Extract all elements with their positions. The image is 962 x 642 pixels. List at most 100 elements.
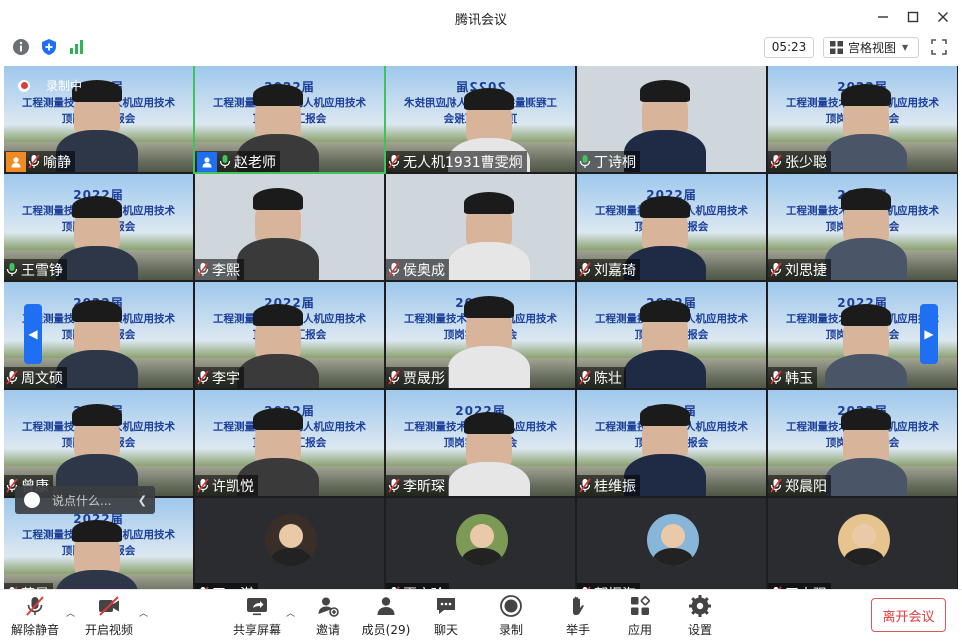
avatar [456, 514, 508, 566]
camera-off-icon [99, 596, 119, 616]
raise-hand-button[interactable]: 举手 [548, 594, 608, 638]
participant-nametag: 陈壮 [577, 367, 626, 388]
mic-muted-icon [579, 262, 591, 277]
participant-name: 贾晟彤 [403, 370, 445, 387]
avatar [265, 514, 317, 566]
participant-nametag: 张少聪 [768, 151, 831, 172]
leave-meeting-button[interactable]: 离开会议 [871, 598, 946, 632]
participant-tile[interactable]: 王一淇 [195, 498, 384, 589]
signal-icon[interactable] [68, 38, 86, 56]
participant-tile[interactable]: 2022届工程测量技术 & 无人机应用技术顶岗实习汇报会李昕琛 [386, 390, 575, 496]
participant-name: 王雪铮 [21, 262, 63, 279]
maximize-icon[interactable] [902, 7, 924, 27]
participant-tile[interactable]: 2022届工程测量技术 & 无人机应用技术顶岗实习汇报会刘思捷 [768, 174, 957, 280]
participant-name: 周文硕 [21, 370, 63, 387]
participant-name: 许凯悦 [212, 478, 254, 495]
participant-nametag: 韩玉 [768, 367, 817, 388]
participant-name: 丁诗桐 [594, 154, 636, 171]
participant-nametag: 赵老师 [195, 151, 280, 172]
mic-muted-icon [770, 370, 782, 385]
participant-tile[interactable]: 2022届工程测量技术 & 无人机应用技术顶岗实习汇报会李宇 [195, 282, 384, 388]
chat-placeholder: 说点什么... [52, 493, 112, 508]
emoji-icon[interactable] [24, 492, 40, 508]
participant-tile[interactable]: 郭振海 [577, 498, 766, 589]
next-page-button[interactable]: ▶ [920, 304, 938, 364]
participant-name: 侯奥成 [403, 262, 445, 279]
minimize-icon[interactable] [872, 7, 894, 27]
close-icon[interactable] [932, 7, 954, 27]
participant-tile[interactable]: 李熙 [195, 174, 384, 280]
participant-nametag: 李昕琛 [386, 475, 449, 496]
participant-name: 无人机1931曹雯炯 [403, 154, 523, 171]
participant-nametag: 刘嘉琦 [577, 259, 640, 280]
fullscreen-icon[interactable] [930, 38, 948, 56]
chat-quick-input[interactable]: 说点什么... ❮ [15, 486, 155, 514]
chat-label: 聊天 [433, 623, 458, 637]
participant-nametag: 许凯悦 [195, 475, 258, 496]
members-icon [377, 597, 395, 615]
settings-button[interactable]: 设置 [670, 594, 730, 638]
share-screen-button[interactable]: 共享屏幕 [227, 594, 287, 638]
share-options-caret[interactable]: ︿ [286, 606, 295, 619]
participant-name: 陈壮 [594, 370, 622, 387]
participant-name: 韩玉 [785, 370, 813, 387]
mic-muted-icon [388, 478, 400, 493]
participant-name: 喻静 [43, 154, 71, 171]
title-bar: 腾讯会议 [0, 0, 962, 34]
participant-tile[interactable]: 2022届工程测量技术 & 无人机应用技术顶岗实习汇报会赵老师 [193, 66, 386, 174]
record-icon [500, 595, 522, 617]
chevron-left-icon[interactable]: ❮ [138, 494, 147, 507]
apps-button[interactable]: 应用 [610, 594, 670, 638]
chat-button[interactable]: 聊天 [416, 594, 476, 638]
participant-nametag: 侯奥成 [386, 259, 449, 280]
participant-tile[interactable]: 丁诗桐 [577, 66, 766, 172]
participant-tile[interactable]: 2022届工程测量技术 & 无人机应用技术顶岗实习汇报会王雪铮 [4, 174, 193, 280]
chevron-left-icon: ◀ [28, 327, 38, 341]
participant-tile[interactable]: 王志强 [768, 498, 957, 589]
host-badge-icon [197, 151, 217, 172]
participant-tile[interactable]: 2022届工程测量技术 & 无人机应用技术顶岗实习汇报会桂维振 [577, 390, 766, 496]
invite-button[interactable]: 邀请 [298, 594, 358, 638]
participant-tile[interactable]: 2022届工程测量技术 & 无人机应用技术顶岗实习汇报会郑晨阳 [768, 390, 957, 496]
participant-tile[interactable]: 2022届工程测量技术 & 无人机应用技术顶岗实习汇报会刘嘉琦 [577, 174, 766, 280]
apps-label: 应用 [627, 623, 652, 637]
participant-tile[interactable]: 2022届工程测量技术 & 无人机应用技术顶岗实习汇报会许凯悦 [195, 390, 384, 496]
audio-options-caret[interactable]: ︿ [66, 606, 75, 619]
participant-nametag: 王雪铮 [4, 259, 67, 280]
video-options-caret[interactable]: ︿ [139, 606, 148, 619]
participant-name: 刘嘉琦 [594, 262, 636, 279]
participant-tile[interactable]: 侯奥成 [386, 174, 575, 280]
info-icon[interactable] [12, 38, 30, 56]
start-video-button[interactable]: 开启视频 [79, 594, 139, 638]
mic-muted-icon [388, 370, 400, 385]
participant-name: 刘思捷 [785, 262, 827, 279]
participant-name: 郑晨阳 [785, 478, 827, 495]
participant-tile[interactable]: 夏启玲 [386, 498, 575, 589]
members-button[interactable]: 成员(29) [356, 594, 416, 638]
view-mode-dropdown[interactable]: 宫格视图 ▼ [823, 37, 919, 58]
mic-muted-icon [770, 262, 782, 277]
participant-tile[interactable]: 2022届工程测量技术 & 无人机应用技术顶岗实习汇报会陈壮 [577, 282, 766, 388]
shield-icon[interactable] [40, 38, 58, 56]
participant-tile[interactable]: 2022届工程测量技术 & 无人机应用技术顶岗实习汇报会贾晟彤 [386, 282, 575, 388]
record-label: 录制 [498, 623, 523, 637]
participant-nametag: 无人机1931曹雯炯 [386, 151, 527, 172]
participant-tile[interactable]: 2022届工程测量技术 & 无人机应用技术顶岗实习汇报会张少聪 [768, 66, 957, 172]
prev-page-button[interactable]: ◀ [24, 304, 42, 364]
participant-tile[interactable]: 2022届工程测量技术 & 无人机应用技术顶岗实习汇报会曾康 [4, 390, 193, 496]
mic-muted-icon [770, 154, 782, 169]
share-screen-icon [247, 598, 267, 616]
participant-tile[interactable]: 2022届工程测量技术 & 无人机应用技术顶岗实习汇报会无人机1931曹雯炯 [386, 66, 575, 172]
participant-nametag: 郑晨阳 [768, 475, 831, 496]
invite-icon [318, 597, 339, 617]
mic-muted-icon [6, 370, 18, 385]
record-button[interactable]: 录制 [481, 594, 541, 638]
unmute-label: 解除静音 [10, 623, 59, 637]
unmute-button[interactable]: 解除静音 [5, 594, 65, 638]
grid-view-icon [830, 41, 843, 54]
chat-icon [437, 598, 455, 614]
participant-nametag: 李宇 [195, 367, 244, 388]
mic-muted-icon [579, 478, 591, 493]
mic-muted-icon [197, 262, 209, 277]
mic-icon [219, 155, 231, 168]
